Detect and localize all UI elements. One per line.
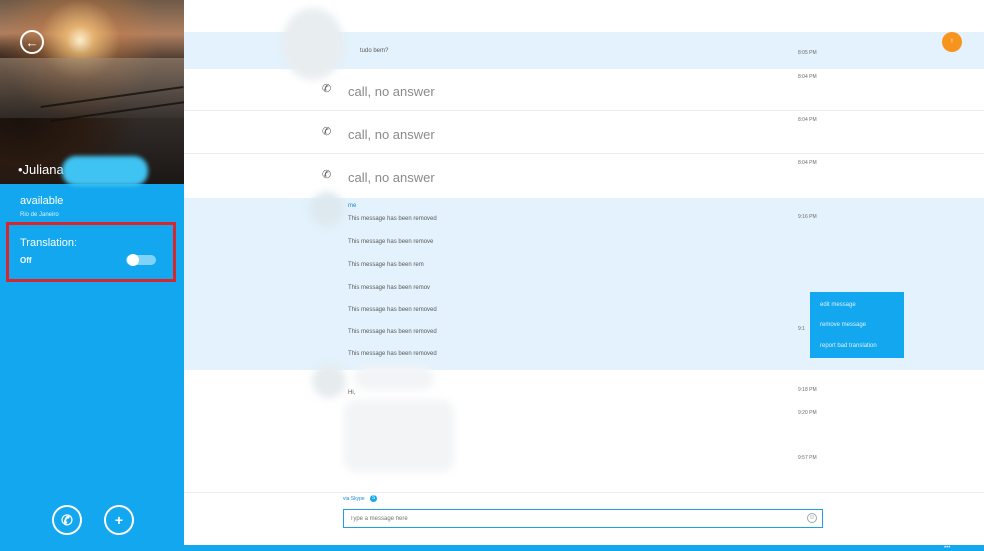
call-status: call, no answer bbox=[348, 84, 435, 99]
call-time: 8:04 PM bbox=[798, 74, 817, 80]
message-time: 9:16 PM bbox=[798, 214, 817, 220]
message-time: 9:18 PM bbox=[798, 387, 817, 393]
name-redaction bbox=[354, 366, 434, 390]
call-status: call, no answer bbox=[348, 127, 435, 142]
translation-state: Off bbox=[20, 256, 32, 265]
plus-icon[interactable]: + bbox=[104, 505, 134, 535]
avatar-redaction bbox=[282, 8, 344, 80]
message-redaction bbox=[344, 400, 454, 472]
message-text: tudo bem? bbox=[360, 48, 389, 54]
presence-status: available bbox=[20, 195, 64, 207]
translation-label: Translation: bbox=[20, 237, 78, 249]
removed-message: This message has been remove bbox=[348, 239, 434, 245]
removed-message: This message has been removed bbox=[348, 307, 437, 313]
missed-call-icon: ✆ bbox=[322, 126, 332, 138]
more-options-icon[interactable]: ••• bbox=[944, 545, 950, 551]
back-arrow-icon[interactable]: ← bbox=[20, 30, 44, 54]
message-time: 9:20 PM bbox=[798, 410, 817, 416]
avatar-redaction bbox=[312, 364, 346, 398]
contact-location: Rio de Janeiro bbox=[20, 212, 59, 218]
photo-sea bbox=[0, 58, 184, 118]
call-time: 8:04 PM bbox=[798, 117, 817, 123]
message-text: Hi, bbox=[348, 390, 356, 396]
call-status: call, no answer bbox=[348, 170, 435, 185]
toggle-knob bbox=[127, 254, 139, 266]
via-skype-label: via Skype bbox=[343, 496, 365, 502]
removed-message: This message has been removed bbox=[348, 329, 437, 335]
row-divider bbox=[184, 153, 984, 154]
message-input[interactable] bbox=[343, 509, 823, 528]
removed-message: This message has been removed bbox=[348, 216, 437, 222]
remove-message-item[interactable]: remove message bbox=[820, 322, 866, 328]
report-translation-item[interactable]: report bad translation bbox=[820, 343, 877, 349]
removed-message: This message has been remov bbox=[348, 285, 431, 291]
message-context-menu: edit message remove message report bad t… bbox=[810, 292, 904, 358]
contact-name: •Juliana bbox=[18, 162, 64, 177]
missed-call-icon: ✆ bbox=[322, 83, 332, 95]
translation-highlight-box bbox=[6, 222, 176, 282]
conversation-pane: tudo bem? 8:05 PM ! ✆ call, no answer 8:… bbox=[184, 0, 984, 551]
phone-icon[interactable]: ✆ bbox=[52, 505, 82, 535]
app-bottom-bar bbox=[184, 545, 984, 551]
edit-message-item[interactable]: edit message bbox=[820, 302, 856, 308]
message-time: 9:1 bbox=[798, 326, 805, 332]
message-time: 9:57 PM bbox=[798, 455, 817, 461]
translation-toggle[interactable] bbox=[126, 254, 156, 266]
sender-name: me bbox=[348, 203, 357, 209]
removed-message: This message has been rem bbox=[348, 262, 424, 268]
contact-sidebar: ← •Juliana available Rio de Janeiro Tran… bbox=[0, 0, 184, 551]
composer-divider bbox=[184, 492, 984, 493]
notification-badge[interactable]: ! bbox=[942, 32, 962, 52]
name-redaction bbox=[62, 156, 148, 186]
removed-message: This message has been removed bbox=[348, 351, 437, 357]
row-divider bbox=[184, 110, 984, 111]
avatar-redaction bbox=[310, 192, 344, 226]
missed-call-icon: ✆ bbox=[322, 169, 332, 181]
skype-icon[interactable]: S bbox=[370, 495, 377, 502]
emoticon-icon[interactable]: ☺ bbox=[807, 513, 817, 523]
call-time: 8:04 PM bbox=[798, 160, 817, 166]
message-time: 8:05 PM bbox=[798, 50, 817, 56]
